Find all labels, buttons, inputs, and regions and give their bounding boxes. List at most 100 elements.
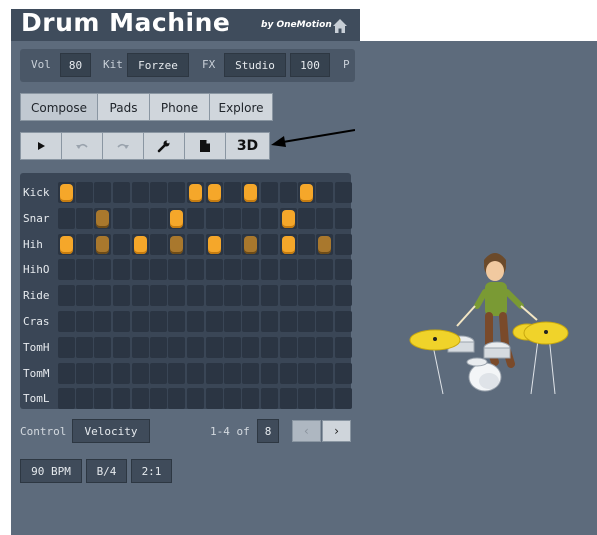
step-cell[interactable] bbox=[298, 362, 316, 384]
step-cell[interactable] bbox=[94, 182, 112, 203]
step-cell[interactable] bbox=[334, 182, 352, 203]
step-cell[interactable] bbox=[132, 207, 149, 229]
step-cell[interactable] bbox=[150, 233, 168, 255]
step-cell[interactable] bbox=[94, 259, 112, 281]
step-cell[interactable] bbox=[168, 259, 186, 281]
step-cell[interactable] bbox=[206, 388, 223, 410]
vol-field[interactable]: 80 bbox=[60, 53, 91, 77]
control-select[interactable]: Velocity bbox=[72, 419, 150, 443]
step-cell[interactable] bbox=[206, 362, 223, 384]
step-cell[interactable] bbox=[334, 362, 352, 384]
step-cell[interactable] bbox=[112, 285, 130, 307]
step-cell[interactable] bbox=[242, 311, 260, 332]
step-cell[interactable] bbox=[280, 285, 297, 307]
active-step-pad[interactable] bbox=[188, 184, 202, 202]
step-cell[interactable] bbox=[58, 311, 75, 332]
active-step-pad[interactable] bbox=[60, 235, 73, 254]
step-cell[interactable] bbox=[224, 285, 242, 307]
soft-step-pad[interactable] bbox=[244, 235, 258, 254]
soft-step-pad[interactable] bbox=[96, 209, 110, 228]
step-cell[interactable] bbox=[58, 285, 75, 307]
step-cell[interactable] bbox=[132, 311, 149, 332]
step-cell[interactable] bbox=[150, 311, 168, 332]
step-cell[interactable] bbox=[224, 207, 242, 229]
step-cell[interactable] bbox=[76, 259, 94, 281]
undo-button[interactable] bbox=[61, 132, 103, 160]
step-cell[interactable] bbox=[150, 362, 168, 384]
kit-select[interactable]: Forzee bbox=[127, 53, 189, 77]
step-cell[interactable] bbox=[260, 362, 278, 384]
step-cell[interactable] bbox=[260, 285, 278, 307]
step-cell[interactable] bbox=[168, 182, 186, 203]
bpm-field[interactable]: 90 BPM bbox=[20, 459, 82, 483]
step-cell[interactable] bbox=[58, 336, 75, 358]
step-cell[interactable] bbox=[298, 388, 316, 410]
step-cell[interactable] bbox=[298, 233, 316, 255]
step-cell[interactable] bbox=[168, 388, 186, 410]
step-cell[interactable] bbox=[112, 207, 130, 229]
step-cell[interactable] bbox=[298, 311, 316, 332]
step-cell[interactable] bbox=[76, 311, 94, 332]
step-cell[interactable] bbox=[224, 388, 242, 410]
step-cell[interactable] bbox=[242, 336, 260, 358]
tools-button[interactable] bbox=[143, 132, 185, 160]
step-cell[interactable] bbox=[58, 388, 75, 410]
step-cell[interactable] bbox=[168, 362, 186, 384]
step-cell[interactable] bbox=[58, 207, 75, 229]
step-cell[interactable] bbox=[76, 182, 94, 203]
step-cell[interactable] bbox=[298, 336, 316, 358]
step-cell[interactable] bbox=[112, 182, 130, 203]
step-cell[interactable] bbox=[112, 233, 130, 255]
step-cell[interactable] bbox=[242, 207, 260, 229]
step-cell[interactable] bbox=[242, 259, 260, 281]
step-cell[interactable] bbox=[206, 207, 223, 229]
step-cell[interactable] bbox=[186, 259, 204, 281]
step-cell[interactable] bbox=[94, 285, 112, 307]
step-cell[interactable] bbox=[186, 311, 204, 332]
step-cell[interactable] bbox=[260, 233, 278, 255]
step-cell[interactable] bbox=[298, 285, 316, 307]
step-cell[interactable] bbox=[112, 388, 130, 410]
step-cell[interactable] bbox=[76, 285, 94, 307]
step-cell[interactable] bbox=[58, 259, 75, 281]
step-cell[interactable] bbox=[260, 207, 278, 229]
step-cell[interactable] bbox=[112, 311, 130, 332]
tab-pads[interactable]: Pads bbox=[97, 93, 150, 121]
step-cell[interactable] bbox=[334, 233, 352, 255]
step-cell[interactable] bbox=[316, 182, 334, 203]
step-cell[interactable] bbox=[298, 207, 316, 229]
step-cell[interactable] bbox=[316, 259, 334, 281]
active-step-pad[interactable] bbox=[134, 235, 147, 254]
step-cell[interactable] bbox=[334, 311, 352, 332]
tab-phone[interactable]: Phone bbox=[149, 93, 210, 121]
step-cell[interactable] bbox=[280, 362, 297, 384]
step-cell[interactable] bbox=[224, 182, 242, 203]
step-cell[interactable] bbox=[112, 362, 130, 384]
step-cell[interactable] bbox=[186, 207, 204, 229]
file-button[interactable] bbox=[184, 132, 226, 160]
soft-step-pad[interactable] bbox=[318, 235, 332, 254]
step-cell[interactable] bbox=[224, 336, 242, 358]
step-cell[interactable] bbox=[260, 336, 278, 358]
active-step-pad[interactable] bbox=[170, 209, 184, 228]
step-cell[interactable] bbox=[76, 207, 94, 229]
step-cell[interactable] bbox=[280, 388, 297, 410]
step-cell[interactable] bbox=[150, 388, 168, 410]
next-page-button[interactable]: › bbox=[322, 420, 351, 442]
step-cell[interactable] bbox=[260, 259, 278, 281]
redo-button[interactable] bbox=[102, 132, 144, 160]
meter-field[interactable]: B/4 bbox=[86, 459, 127, 483]
active-step-pad[interactable] bbox=[282, 209, 295, 228]
step-cell[interactable] bbox=[224, 311, 242, 332]
step-cell[interactable] bbox=[112, 336, 130, 358]
step-cell[interactable] bbox=[132, 336, 149, 358]
step-cell[interactable] bbox=[168, 336, 186, 358]
fx-select[interactable]: Studio bbox=[224, 53, 286, 77]
step-cell[interactable] bbox=[132, 182, 149, 203]
active-step-pad[interactable] bbox=[208, 184, 221, 202]
step-cell[interactable] bbox=[112, 259, 130, 281]
step-cell[interactable] bbox=[150, 259, 168, 281]
step-cell[interactable] bbox=[150, 285, 168, 307]
soft-step-pad[interactable] bbox=[170, 235, 184, 254]
step-cell[interactable] bbox=[94, 311, 112, 332]
